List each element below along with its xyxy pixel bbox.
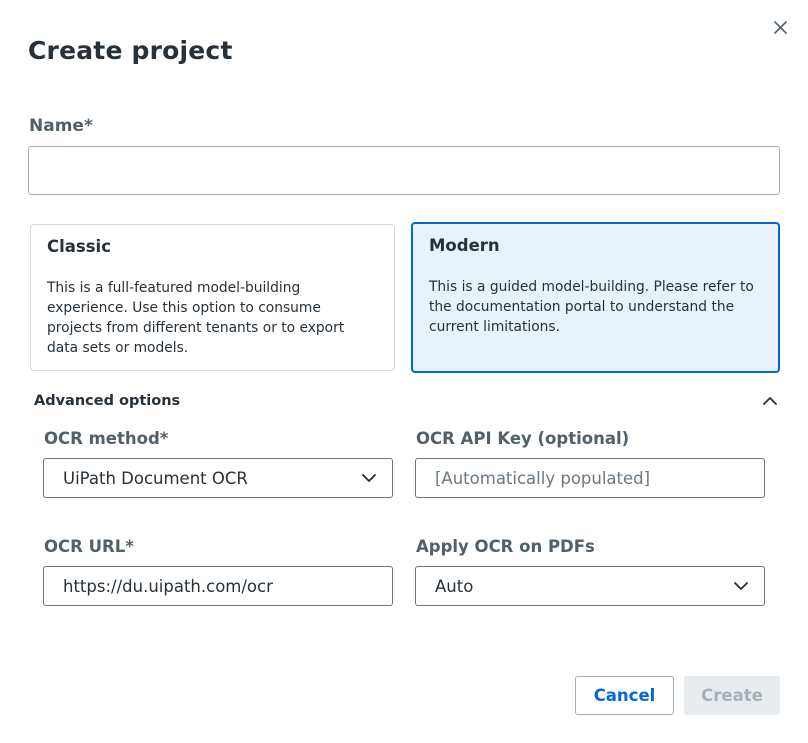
apply-ocr-pdfs-select[interactable]: Auto	[415, 566, 765, 606]
ocr-method-value: UiPath Document OCR	[63, 468, 248, 488]
modern-card-description: This is a guided model-building. Please …	[429, 279, 754, 335]
cancel-button[interactable]: Cancel	[575, 676, 674, 715]
apply-ocr-pdfs-value: Auto	[435, 576, 474, 596]
close-icon	[773, 19, 787, 38]
create-button[interactable]: Create	[684, 676, 780, 715]
classic-card-title: Classic	[47, 237, 111, 256]
name-field-label: Name*	[29, 116, 93, 136]
project-type-modern-card[interactable]: Modern This is a guided model-building. …	[411, 222, 780, 373]
close-button[interactable]	[768, 16, 792, 40]
ocr-url-label: OCR URL*	[44, 537, 134, 556]
name-input[interactable]	[28, 146, 780, 195]
ocr-api-key-input[interactable]	[435, 459, 745, 497]
advanced-options-label: Advanced options	[34, 393, 181, 409]
project-type-classic-card[interactable]: Classic This is a full-featured model-bu…	[30, 224, 395, 371]
chevron-down-icon	[734, 578, 750, 594]
ocr-method-label: OCR method*	[44, 429, 169, 448]
ocr-api-key-field	[415, 458, 765, 498]
ocr-api-key-label: OCR API Key (optional)	[416, 429, 630, 448]
ocr-url-input[interactable]	[63, 567, 373, 605]
classic-card-description: This is a full-featured model-building e…	[47, 280, 345, 356]
chevron-up-icon	[763, 390, 777, 409]
advanced-options-toggle[interactable]	[758, 388, 782, 410]
modern-card-title: Modern	[429, 236, 500, 255]
ocr-url-field	[43, 566, 393, 606]
apply-ocr-pdfs-label: Apply OCR on PDFs	[416, 537, 595, 556]
ocr-method-select[interactable]: UiPath Document OCR	[43, 458, 393, 498]
chevron-down-icon	[362, 470, 378, 486]
dialog-title: Create project	[28, 36, 233, 65]
